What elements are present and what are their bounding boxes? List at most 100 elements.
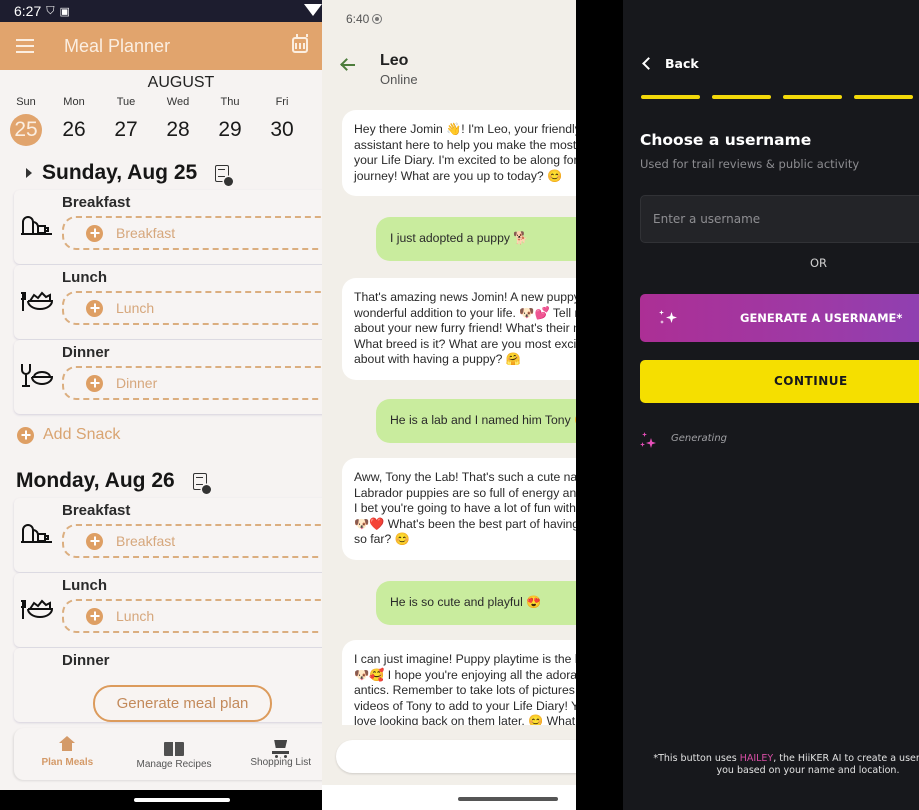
home-icon [59,736,76,754]
day-number: 29 [218,118,242,141]
meal-label: Breakfast [62,194,131,211]
day-number: 26 [62,118,86,141]
add-lunch-button[interactable]: Lunch [62,599,322,633]
add-snack-button[interactable]: Add Snack [17,424,322,446]
day-mon[interactable]: Mon 26 [48,96,100,146]
add-snack-label: Add Snack [43,426,121,443]
message-line: Labrador puppies are so full of energy a… [354,485,576,500]
message-line: antics. Remember to take lots of picture… [354,683,576,697]
day-wed[interactable]: Wed 28 [152,96,204,146]
message-line: I bet you're going to have a lot of fun … [354,501,576,515]
nav-plan-meals[interactable]: Plan Meals [14,728,121,780]
home-gesture-pill[interactable] [134,798,230,802]
message-line: your Life Diary. I'm excited to be along… [354,153,576,167]
message-line: wonderful addition to your life. 🐶💕 Tell… [354,305,576,320]
message-line: Hey there Jomin 👋! I'm Leo, your friendl… [354,122,576,136]
breakfast-icon [21,524,52,543]
add-dinner-button[interactable]: Dinner [62,366,322,400]
meal-label: Breakfast [62,502,131,519]
meal-label: Dinner [62,344,110,361]
progress-step [854,95,913,99]
day-sun[interactable]: Sun 25 [4,96,48,146]
slot-placeholder: Lunch [116,300,155,316]
page-title: Choose a username [640,131,812,149]
wifi-icon [304,4,322,16]
back-button[interactable]: Back [641,56,699,71]
add-note-icon[interactable] [192,472,211,494]
cart-icon [272,742,290,758]
dinner-icon [21,364,54,387]
day-number: 30 [270,118,294,141]
day-number: 28 [166,118,190,141]
day-title: Sunday, Aug 25 [42,161,198,184]
day-header: Sunday, Aug 25 [0,158,322,188]
step-progress [641,95,913,99]
nav-label: Plan Meals [41,757,94,768]
system-nav-bar [322,785,576,810]
message-line: love looking back on them later. 😊 What [354,714,576,725]
continue-button[interactable]: CONTINUE [640,360,919,403]
day-fri[interactable]: Fri 30 [256,96,308,146]
lunch-icon [21,599,54,619]
status-bar: 6:27 ⛉ ▣ [0,0,322,22]
add-breakfast-button[interactable]: Breakfast [62,216,322,250]
generate-username-label: GENERATE A USERNAME* [740,311,903,325]
message-line: 🐶❤️ What's been the best part of having … [354,516,576,531]
message-input[interactable] [336,740,576,773]
slot-placeholder: Breakfast [116,225,176,241]
sparkle-icon [658,309,678,327]
day-tue[interactable]: Tue 27 [100,96,152,146]
message-list[interactable]: Hey there Jomin 👋! I'm Leo, your friendl… [322,0,576,725]
nav-label: Shopping List [250,757,311,768]
add-note-icon[interactable] [215,164,234,186]
month-label: AUGUST [147,74,215,91]
divider-strip [576,0,623,810]
nav-manage-recipes[interactable]: Manage Recipes [121,728,228,780]
message-line: about with having a puppy? 🤗 [354,352,521,366]
day-thu[interactable]: Thu 29 [204,96,256,146]
meal-label: Dinner [62,652,110,669]
screen-icon: ▣ [59,5,70,18]
calendar-icon[interactable] [292,34,308,53]
message-line: I can just imagine! Puppy playtime is th… [354,652,576,666]
day-name: Wed [166,96,190,108]
generate-meal-plan-button[interactable]: Generate meal plan [93,685,272,722]
message-line: What breed is it? What are you most exci… [354,336,576,351]
app-bar: Meal Planner [0,22,322,70]
generate-username-button[interactable]: GENERATE A USERNAME* [640,294,919,342]
message-line: Aww, Tony the Lab! That's such a cute na… [354,470,576,484]
add-lunch-button[interactable]: Lunch [62,291,322,325]
shield-icon: ⛉ [46,4,55,17]
back-label: Back [665,56,699,71]
plus-icon [86,224,103,242]
meal-card-lunch: Lunch Lunch [14,573,322,647]
plus-icon [17,426,34,444]
plus-icon [86,374,103,392]
day-title: Monday, Aug 26 [16,469,175,492]
nav-shopping-list[interactable]: Shopping List [227,728,322,780]
user-message: He is so cute and playful 😍 [376,581,576,625]
lunch-icon [21,291,54,311]
hamburger-icon[interactable] [16,39,34,53]
username-input[interactable] [640,195,919,243]
day-name: Fri [275,96,289,108]
disclaimer-text: *This button uses HAILEY, the HiiKER AI … [653,753,919,777]
home-gesture-pill[interactable] [458,797,558,801]
progress-step [712,95,771,99]
day-section: Monday, Aug 26 Breakfast Breakfast Lunch… [0,466,322,722]
day-section: Sunday, Aug 25 Breakfast Breakfast Lunch… [0,158,322,446]
meal-card-breakfast: Breakfast Breakfast [14,498,322,572]
meal-label: Lunch [62,269,107,286]
generating-label: Generating [671,433,728,444]
day-number: 27 [114,118,138,141]
day-header: Monday, Aug 26 [0,466,322,496]
meal-planner-screen: 6:27 ⛉ ▣ Meal Planner AUGUST Sun 25 Mon 26… [0,0,322,810]
continue-label: CONTINUE [774,374,848,388]
expand-caret-icon[interactable] [26,168,32,178]
user-message: He is a lab and I named him Tony 😊 [376,399,576,443]
disclaimer-line2: you based on your name and location. [716,765,900,776]
meal-label: Lunch [62,577,107,594]
add-breakfast-button[interactable]: Breakfast [62,524,322,558]
message-line: about your new furry friend! What's thei… [354,321,576,335]
day-number: 25 [10,114,42,146]
